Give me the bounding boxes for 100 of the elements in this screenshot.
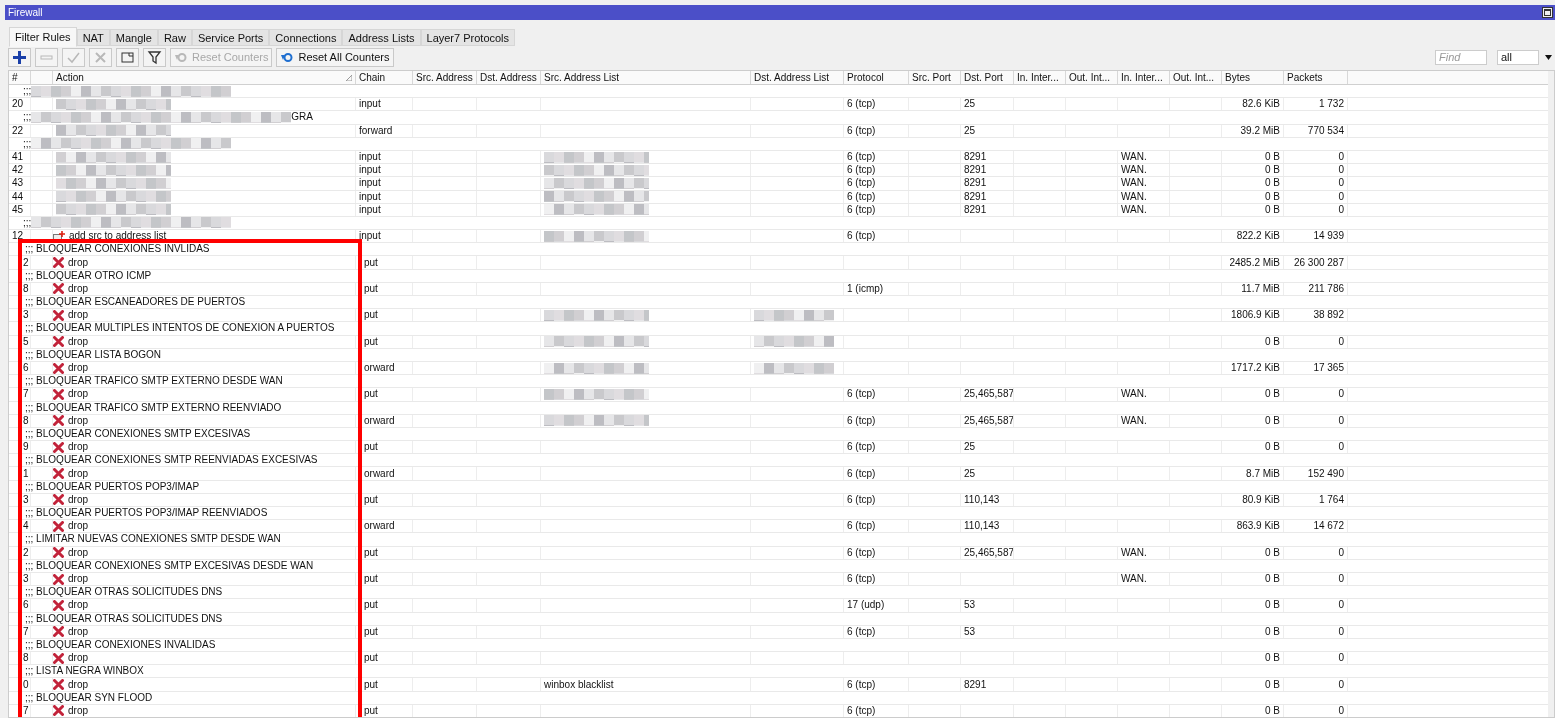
column-header[interactable]: In. Inter...: [1121, 71, 1163, 84]
column-header[interactable]: Bytes: [1225, 71, 1250, 84]
column-header[interactable]: Out. Int...: [1069, 71, 1111, 84]
rule-comment: ;;; BLOQUEAR SYN FLOOD: [25, 691, 153, 704]
column-header[interactable]: Dst. Port: [964, 71, 1003, 84]
rule-comment: ;;; BLOQUEAR OTRO ICMP: [25, 269, 152, 282]
action-label: drop: [68, 493, 88, 506]
tab[interactable]: Layer7 Protocols: [420, 29, 516, 46]
table-cell: 0 B: [1265, 177, 1280, 190]
table-cell: 0: [1338, 164, 1344, 177]
rule-comment: ;;; LIMITAR NUEVAS CONEXIONES SMTP DESDE WAN: [25, 533, 281, 546]
table-cell: 25: [964, 467, 976, 480]
action-label: drop: [68, 520, 88, 533]
table-cell: 863.9 KiB: [1236, 520, 1280, 533]
column-header[interactable]: Chain: [359, 71, 386, 84]
table-cell: 8.7 MiB: [1246, 467, 1280, 480]
cross-icon: [53, 441, 64, 453]
action-label: drop: [68, 652, 88, 665]
table-cell: 25,465,587: [964, 414, 1013, 427]
rule-comment: ;;; BLOQUEAR ESCANEADORES DE PUERTOS: [25, 296, 246, 309]
rule-comment: ;;; LISTA NEGRA WINBOX: [25, 665, 144, 678]
table-cell: 0 B: [1265, 335, 1280, 348]
table-cell: 0: [1338, 203, 1344, 216]
table-cell: 0 B: [1265, 599, 1280, 612]
action-label: drop: [68, 309, 88, 322]
table-cell: 26 300 287: [1293, 256, 1344, 269]
table-cell: 1717.2 KiB: [1231, 362, 1280, 375]
rule-number: 4: [23, 520, 29, 533]
column-header[interactable]: Out. Int...: [1173, 71, 1215, 84]
table-cell: WAN.: [1121, 388, 1147, 401]
tab[interactable]: Filter Rules: [9, 27, 77, 47]
rule-comment: ;;; BLOQUEAR PUERTOS POP3/IMAP: [25, 480, 200, 493]
column-header[interactable]: In. Inter...: [1017, 71, 1059, 84]
column-header[interactable]: Src. Port: [912, 71, 951, 84]
column-header[interactable]: Packets: [1287, 71, 1323, 84]
rule-comment: ;;; BLOQUEAR TRAFICO SMTP EXTERNO DESDE WAN: [25, 375, 283, 388]
rule-comment: ;;; BLOQUEAR CONEXIONES SMTP EXCESIVAS: [25, 427, 251, 440]
table-cell: 11.7 MiB: [1241, 282, 1280, 295]
table-cell: 25,465,587: [964, 546, 1013, 559]
column-header[interactable]: Src. Address: [416, 71, 473, 84]
toolbar-button[interactable]: [143, 47, 166, 67]
column-header[interactable]: Dst. Address List: [754, 71, 830, 84]
table-cell: 8291: [964, 177, 987, 190]
table-cell: put: [364, 256, 378, 269]
tab[interactable]: Service Ports: [191, 29, 270, 46]
table-cell: 25,465,587: [964, 388, 1013, 401]
table-cell: 6 (tcp): [847, 151, 876, 164]
table-cell: 211 786: [1308, 282, 1344, 295]
rule-comment: ;;;: [23, 111, 32, 124]
table-cell: 0: [1338, 388, 1344, 401]
cross-icon: [53, 468, 64, 480]
table-cell: WAN.: [1121, 151, 1147, 164]
column-header[interactable]: Src. Address List: [544, 71, 620, 84]
restore-button[interactable]: [1542, 7, 1553, 18]
table-cell: 0: [1338, 335, 1344, 348]
rule-number: 6: [23, 599, 29, 612]
toolbar-button[interactable]: [8, 47, 31, 67]
rule-comment-fragment: GRA: [291, 111, 313, 124]
table-cell: 6 (tcp): [847, 98, 876, 111]
find-field[interactable]: Find: [1435, 49, 1487, 65]
action-label: drop: [68, 256, 88, 269]
table-cell: 1 764: [1318, 493, 1344, 506]
rule-comment: ;;; BLOQUEAR TRAFICO SMTP EXTERNO REENVIADO: [25, 401, 282, 414]
table-cell: 0 B: [1265, 388, 1280, 401]
column-header[interactable]: #: [12, 71, 18, 84]
tab[interactable]: Address Lists: [342, 29, 421, 46]
table-cell: 0: [1338, 599, 1344, 612]
rule-number: 45: [12, 203, 24, 216]
tab[interactable]: Connections: [269, 29, 343, 46]
table-cell: 6 (tcp): [847, 177, 876, 190]
column-header[interactable]: Action: [56, 71, 84, 84]
table-cell: 39.2 MiB: [1240, 124, 1280, 137]
action-label: drop: [68, 678, 88, 691]
table-cell: 8291: [964, 151, 987, 164]
table-cell: 0 B: [1265, 441, 1280, 454]
column-header[interactable]: Protocol: [847, 71, 884, 84]
action-label: drop: [68, 546, 88, 559]
table-cell: 0 B: [1265, 203, 1280, 216]
tab[interactable]: Mangle: [109, 29, 158, 46]
table-cell: put: [364, 546, 378, 559]
tab[interactable]: NAT: [76, 29, 110, 46]
rule-number: 20: [12, 98, 24, 111]
action-label: drop: [68, 441, 88, 454]
rule-comment: ;;; BLOQUEAR MULTIPLES INTENTOS DE CONEXION A PUERTOS: [25, 322, 335, 335]
filter-icon: [147, 49, 162, 65]
table-cell: 2485.2 MiB: [1229, 256, 1280, 269]
table-cell: WAN.: [1121, 203, 1147, 216]
tab[interactable]: Raw: [157, 29, 192, 46]
cross-icon: [53, 679, 64, 691]
table-cell: input: [359, 164, 381, 177]
cross-icon: [53, 362, 64, 374]
table-cell: 6 (tcp): [847, 164, 876, 177]
table-cell: input: [359, 203, 381, 216]
action-label: drop: [68, 335, 88, 348]
column-header[interactable]: Dst. Address: [480, 71, 537, 84]
reset-button[interactable]: Reset All Counters: [276, 47, 394, 67]
scope-select[interactable]: all: [1497, 49, 1539, 65]
table-cell: 17 365: [1313, 362, 1344, 375]
table-cell: put: [364, 625, 378, 638]
table-cell: orward: [364, 362, 395, 375]
